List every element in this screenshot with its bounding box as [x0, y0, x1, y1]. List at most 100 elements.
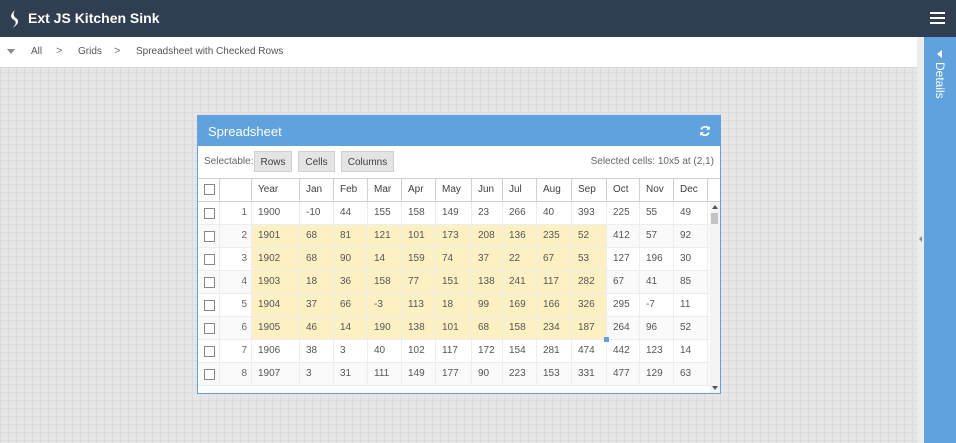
cell-oct[interactable]: 442: [607, 340, 640, 362]
cell-jul[interactable]: 22: [503, 248, 537, 270]
cell-oct[interactable]: 225: [607, 202, 640, 224]
cell-feb[interactable]: 81: [334, 225, 368, 247]
cell-year[interactable]: 1900: [252, 202, 300, 224]
cell-oct[interactable]: 477: [607, 363, 640, 385]
table-row[interactable]: 2 1901 68 81 121 101 173 208 136 235 52 412 57 92: [198, 225, 710, 248]
row-number[interactable]: 4: [220, 271, 252, 293]
cell-feb[interactable]: 90: [334, 248, 368, 270]
scroll-down-icon[interactable]: [712, 386, 718, 390]
column-header-year[interactable]: Year: [252, 179, 300, 201]
table-row[interactable]: 6 1905 46 14 190 138 101 68 158 234 187 264 96 52: [198, 317, 710, 340]
cell-jan[interactable]: 68: [300, 248, 334, 270]
cell-apr[interactable]: 149: [402, 363, 436, 385]
table-row[interactable]: 1 1900 -10 44 155 158 149 23 266 40 393 225 55 49: [198, 202, 710, 225]
cell-feb[interactable]: 66: [334, 294, 368, 316]
breadcrumb-dropdown-icon[interactable]: [7, 49, 15, 54]
cell-apr[interactable]: 102: [402, 340, 436, 362]
cell-jul[interactable]: 136: [503, 225, 537, 247]
cell-feb[interactable]: 36: [334, 271, 368, 293]
cell-apr[interactable]: 138: [402, 317, 436, 339]
column-header-sep[interactable]: Sep: [572, 179, 607, 201]
collapse-arrow-icon[interactable]: [919, 236, 922, 242]
cell-aug[interactable]: 67: [537, 248, 572, 270]
cell-may[interactable]: 101: [436, 317, 472, 339]
cell-dec[interactable]: 85: [674, 271, 708, 293]
cell-jan[interactable]: 68: [300, 225, 334, 247]
cell-nov[interactable]: 123: [640, 340, 674, 362]
cell-aug[interactable]: 235: [537, 225, 572, 247]
cell-feb[interactable]: 44: [334, 202, 368, 224]
cell-jun[interactable]: 90: [472, 363, 503, 385]
cell-jun[interactable]: 172: [472, 340, 503, 362]
cell-jun[interactable]: 208: [472, 225, 503, 247]
column-header-aug[interactable]: Aug: [537, 179, 572, 201]
cell-mar[interactable]: 190: [368, 317, 402, 339]
select-all-checkbox[interactable]: [198, 179, 220, 201]
checkbox-icon[interactable]: [204, 184, 215, 195]
column-header-jul[interactable]: Jul: [503, 179, 537, 201]
cell-jan[interactable]: -10: [300, 202, 334, 224]
cell-year[interactable]: 1905: [252, 317, 300, 339]
cell-sep[interactable]: 187: [572, 317, 607, 339]
cell-may[interactable]: 151: [436, 271, 472, 293]
cell-year[interactable]: 1901: [252, 225, 300, 247]
cell-feb[interactable]: 3: [334, 340, 368, 362]
cell-jul[interactable]: 154: [503, 340, 537, 362]
cell-mar[interactable]: 121: [368, 225, 402, 247]
columns-button[interactable]: Columns: [341, 151, 394, 172]
cell-feb[interactable]: 14: [334, 317, 368, 339]
cell-may[interactable]: 177: [436, 363, 472, 385]
cell-nov[interactable]: 57: [640, 225, 674, 247]
cell-dec[interactable]: 49: [674, 202, 708, 224]
table-row[interactable]: 8 1907 3 31 111 149 177 90 223 153 331 477 129 63: [198, 363, 710, 386]
cell-apr[interactable]: 101: [402, 225, 436, 247]
table-row[interactable]: 3 1902 68 90 14 159 74 37 22 67 53 127 196 30: [198, 248, 710, 271]
column-header-may[interactable]: May: [436, 179, 472, 201]
cell-jun[interactable]: 23: [472, 202, 503, 224]
scroll-up-icon[interactable]: [712, 205, 718, 209]
cell-feb[interactable]: 31: [334, 363, 368, 385]
cell-dec[interactable]: 92: [674, 225, 708, 247]
cell-mar[interactable]: 158: [368, 271, 402, 293]
cell-aug[interactable]: 281: [537, 340, 572, 362]
column-header-nov[interactable]: Nov: [640, 179, 674, 201]
cell-jun[interactable]: 68: [472, 317, 503, 339]
cell-jul[interactable]: 169: [503, 294, 537, 316]
column-header-apr[interactable]: Apr: [402, 179, 436, 201]
cell-dec[interactable]: 52: [674, 317, 708, 339]
table-row[interactable]: 7 1906 38 3 40 102 117 172 154 281 474 442 123 14: [198, 340, 710, 363]
panel-splitter[interactable]: [917, 37, 924, 443]
cell-jan[interactable]: 18: [300, 271, 334, 293]
cell-oct[interactable]: 127: [607, 248, 640, 270]
cell-nov[interactable]: 96: [640, 317, 674, 339]
cell-mar[interactable]: 111: [368, 363, 402, 385]
column-header-dec[interactable]: Dec: [674, 179, 708, 201]
cell-jun[interactable]: 138: [472, 271, 503, 293]
cell-jun[interactable]: 37: [472, 248, 503, 270]
cell-sep[interactable]: 282: [572, 271, 607, 293]
breadcrumb-item-all[interactable]: All: [31, 46, 42, 57]
cell-sep[interactable]: 52: [572, 225, 607, 247]
cell-sep[interactable]: 393: [572, 202, 607, 224]
row-number[interactable]: 5: [220, 294, 252, 316]
cell-year[interactable]: 1902: [252, 248, 300, 270]
cell-jun[interactable]: 99: [472, 294, 503, 316]
cell-mar[interactable]: -3: [368, 294, 402, 316]
cell-apr[interactable]: 159: [402, 248, 436, 270]
row-number[interactable]: 1: [220, 202, 252, 224]
cell-year[interactable]: 1906: [252, 340, 300, 362]
row-checkbox[interactable]: [204, 277, 215, 288]
cell-apr[interactable]: 77: [402, 271, 436, 293]
cell-mar[interactable]: 14: [368, 248, 402, 270]
cell-dec[interactable]: 63: [674, 363, 708, 385]
cell-apr[interactable]: 158: [402, 202, 436, 224]
row-checkbox[interactable]: [204, 254, 215, 265]
cell-jan[interactable]: 46: [300, 317, 334, 339]
column-header-mar[interactable]: Mar: [368, 179, 402, 201]
cell-sep[interactable]: 53: [572, 248, 607, 270]
cell-sep[interactable]: 474: [572, 340, 607, 362]
row-checkbox[interactable]: [204, 208, 215, 219]
breadcrumb-item-grids[interactable]: Grids: [78, 46, 102, 57]
row-checkbox[interactable]: [204, 300, 215, 311]
cell-jul[interactable]: 223: [503, 363, 537, 385]
